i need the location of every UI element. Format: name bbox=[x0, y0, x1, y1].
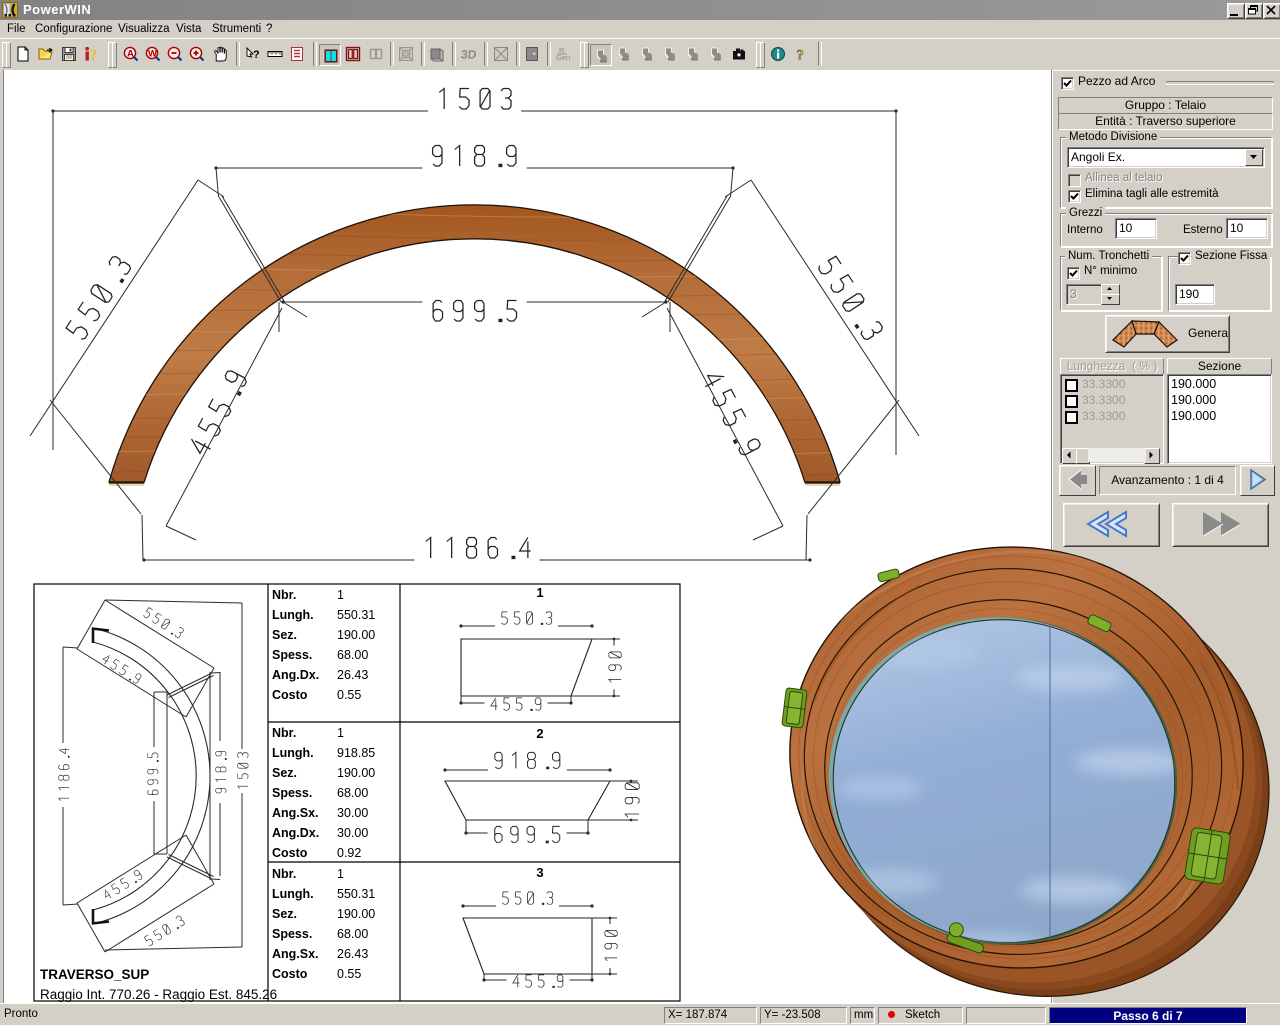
svg-text:?: ? bbox=[253, 49, 260, 61]
svg-text:68.00: 68.00 bbox=[337, 648, 368, 662]
svg-text:918.85: 918.85 bbox=[337, 746, 375, 760]
svg-text:W: W bbox=[148, 49, 157, 60]
svg-text:Sez.: Sez. bbox=[272, 907, 297, 921]
svg-text:Ang.Dx.: Ang.Dx. bbox=[272, 668, 319, 682]
svg-text:1: 1 bbox=[337, 867, 344, 881]
svg-text:Sez.: Sez. bbox=[272, 628, 297, 642]
svg-text:0.92: 0.92 bbox=[337, 846, 361, 860]
svg-text:Costo: Costo bbox=[272, 967, 308, 981]
svg-text:A: A bbox=[127, 49, 134, 60]
svg-text:2: 2 bbox=[536, 726, 543, 741]
svg-text:Raggio Int. 770.26 - Raggio Es: Raggio Int. 770.26 - Raggio Est. 845.26 bbox=[40, 987, 277, 1002]
svg-text:1: 1 bbox=[337, 588, 344, 602]
svg-text:68.00: 68.00 bbox=[337, 927, 368, 941]
svg-text:Ang.Dx.: Ang.Dx. bbox=[272, 826, 319, 840]
svg-text:Costo: Costo bbox=[272, 688, 308, 702]
svg-text:1: 1 bbox=[536, 585, 543, 600]
svg-text:550.31: 550.31 bbox=[337, 608, 375, 622]
svg-text:Spess.: Spess. bbox=[272, 648, 312, 662]
svg-text:?: ? bbox=[797, 48, 805, 63]
svg-text:0.55: 0.55 bbox=[337, 967, 361, 981]
svg-text:Costo: Costo bbox=[272, 846, 308, 860]
svg-text:0.55: 0.55 bbox=[337, 688, 361, 702]
svg-text:Nbr.: Nbr. bbox=[272, 588, 296, 602]
svg-text:26.43: 26.43 bbox=[337, 668, 368, 682]
svg-text:TRAVERSO_SUP: TRAVERSO_SUP bbox=[40, 967, 149, 982]
svg-text:1: 1 bbox=[337, 726, 344, 740]
svg-text:Lungh.: Lungh. bbox=[272, 887, 314, 901]
svg-text:Ang.Sx.: Ang.Sx. bbox=[272, 806, 319, 820]
svg-text:30.00: 30.00 bbox=[337, 826, 368, 840]
svg-text:68.00: 68.00 bbox=[337, 786, 368, 800]
svg-text:190.00: 190.00 bbox=[337, 766, 375, 780]
svg-text:Spess.: Spess. bbox=[272, 786, 312, 800]
svg-text:550.31: 550.31 bbox=[337, 887, 375, 901]
svg-text:3D: 3D bbox=[461, 48, 477, 62]
svg-text:3: 3 bbox=[536, 865, 543, 880]
svg-text:Nbr.: Nbr. bbox=[272, 867, 296, 881]
svg-text:190.00: 190.00 bbox=[337, 907, 375, 921]
svg-text:?: ? bbox=[90, 47, 98, 62]
svg-text:Lungh.: Lungh. bbox=[272, 746, 314, 760]
svg-text:Spess.: Spess. bbox=[272, 927, 312, 941]
svg-text:Lungh.: Lungh. bbox=[272, 608, 314, 622]
svg-text:Nbr.: Nbr. bbox=[272, 726, 296, 740]
svg-text:Ang.Sx.: Ang.Sx. bbox=[272, 947, 319, 961]
svg-text:30.00: 30.00 bbox=[337, 806, 368, 820]
svg-text:26.43: 26.43 bbox=[337, 947, 368, 961]
svg-text:Sez.: Sez. bbox=[272, 766, 297, 780]
svg-text:190.00: 190.00 bbox=[337, 628, 375, 642]
